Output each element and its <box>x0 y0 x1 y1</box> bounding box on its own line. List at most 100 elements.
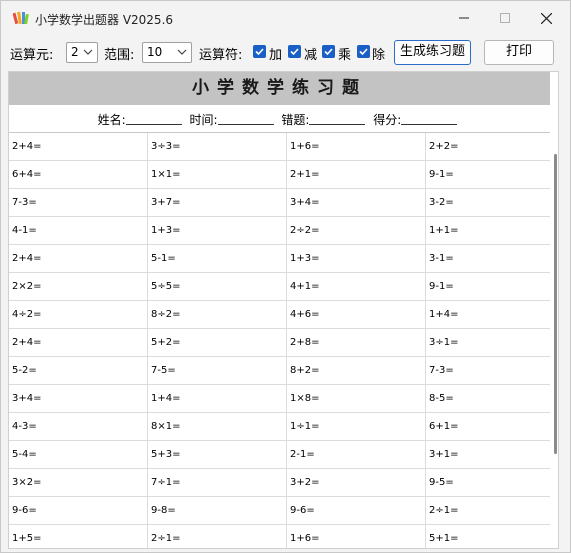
problem-cell: 3+1= <box>429 449 459 460</box>
problem-cell: 1+6= <box>287 133 426 160</box>
problem-cell: 1+4= <box>429 309 459 320</box>
problem-cell: 3+2= <box>287 469 426 496</box>
problem-cell: 1+6= <box>287 525 426 548</box>
worksheet-panel: 小学数学练习题 姓名: 时间: 错题: 得分: 2+4= 3÷3= 1+6= 2+2=… <box>8 71 559 549</box>
minimize-button[interactable] <box>441 1 487 35</box>
chevron-down-icon <box>83 49 93 55</box>
problem-cell: 4+1= <box>287 273 426 300</box>
problem-cell: 5-2= <box>9 357 148 384</box>
time-blank <box>217 113 274 125</box>
errors-blank <box>309 113 366 125</box>
time-label: 时间: <box>189 113 218 127</box>
problem-cell: 1×1= <box>148 161 287 188</box>
multiply-checkbox[interactable] <box>322 45 335 58</box>
problem-cell: 1+3= <box>287 245 426 272</box>
generate-button[interactable]: 生成练习题 <box>394 40 471 65</box>
problem-cell: 5-4= <box>9 441 148 468</box>
checkmark-icon <box>359 48 368 56</box>
checkmark-icon <box>255 48 264 56</box>
operands-select[interactable]: 2 <box>66 42 98 63</box>
problem-cell: 3+4= <box>9 385 148 412</box>
problem-cell: 3+7= <box>148 189 287 216</box>
divide-checkbox[interactable] <box>357 45 370 58</box>
problem-cell: 2÷1= <box>429 505 459 516</box>
problem-row: 1+5= 2÷1= 1+6= 5+1= <box>9 525 550 548</box>
problem-cell: 3÷3= <box>148 133 287 160</box>
close-icon <box>540 12 552 24</box>
range-value: 10 <box>147 45 163 59</box>
chevron-down-icon <box>177 49 187 55</box>
problem-cell: 9-8= <box>148 497 287 524</box>
problem-cell: 2+1= <box>287 161 426 188</box>
problem-cell: 2÷1= <box>148 525 287 548</box>
problem-cell: 6+4= <box>9 161 148 188</box>
subtract-checkbox[interactable] <box>288 45 301 58</box>
problem-row: 3×2= 7÷1= 3+2= 9-5= <box>9 469 550 497</box>
checkmark-icon <box>324 48 333 56</box>
vertical-scrollbar[interactable] <box>552 132 558 548</box>
problem-cell: 4-1= <box>9 217 148 244</box>
maximize-icon <box>500 13 510 23</box>
multiply-label: 乘 <box>338 48 352 63</box>
problem-cell: 5-1= <box>148 245 287 272</box>
problem-cell: 2÷2= <box>287 217 426 244</box>
problem-cell: 4-3= <box>9 413 148 440</box>
problem-row: 3+4= 1+4= 1×8= 8-5= <box>9 385 550 413</box>
operands-label: 运算元: <box>10 48 54 63</box>
problem-cell: 9-6= <box>287 497 426 524</box>
minimize-icon <box>459 17 469 19</box>
errors-label: 错题: <box>281 113 310 127</box>
problem-cell: 9-1= <box>429 281 454 292</box>
problem-cell: 1×8= <box>287 385 426 412</box>
problem-cell: 1+3= <box>148 217 287 244</box>
problem-cell: 3÷1= <box>429 337 459 348</box>
range-label: 范围: <box>104 48 135 63</box>
problem-cell: 4+6= <box>287 301 426 328</box>
problem-cell: 8÷2= <box>148 301 287 328</box>
print-button[interactable]: 打印 <box>484 40 554 65</box>
worksheet-title: 小学数学练习题 <box>9 72 550 105</box>
problem-cell: 8+2= <box>287 357 426 384</box>
problem-row: 2×2= 5÷5= 4+1= 9-1= <box>9 273 550 301</box>
problem-cell: 2×2= <box>9 273 148 300</box>
problem-cell: 9-5= <box>429 477 454 488</box>
operators-label: 运算符: <box>199 48 243 63</box>
problem-cell: 2+4= <box>9 133 148 160</box>
problem-cell: 2+8= <box>287 329 426 356</box>
name-blank <box>125 113 182 125</box>
problem-cell: 9-6= <box>9 497 148 524</box>
problem-cell: 3×2= <box>9 469 148 496</box>
problem-cell: 9-1= <box>429 169 454 180</box>
add-checkbox[interactable] <box>253 45 266 58</box>
problem-cell: 2+4= <box>9 245 148 272</box>
score-blank <box>401 113 458 125</box>
scroll-thumb[interactable] <box>554 154 557 454</box>
range-select[interactable]: 10 <box>142 42 192 63</box>
problem-row: 9-6= 9-8= 9-6= 2÷1= <box>9 497 550 525</box>
problem-row: 2+4= 5+2= 2+8= 3÷1= <box>9 329 550 357</box>
subtract-label: 减 <box>304 48 318 63</box>
problem-row: 7-3= 3+7= 3+4= 3-2= <box>9 189 550 217</box>
problem-cell: 2+4= <box>9 329 148 356</box>
problem-grid: 2+4= 3÷3= 1+6= 2+2= 6+4= 1×1= 2+1= 9-1= 7-3= 3+7=… <box>9 132 550 548</box>
problem-cell: 7-5= <box>148 357 287 384</box>
problem-cell: 2-1= <box>287 441 426 468</box>
problem-cell: 5÷5= <box>148 273 287 300</box>
close-button[interactable] <box>523 1 569 35</box>
app-logo-icon <box>13 11 29 25</box>
student-info-row: 姓名: 时间: 错题: 得分: <box>9 108 550 132</box>
problem-cell: 7-3= <box>9 189 148 216</box>
problem-row: 5-4= 5+3= 2-1= 3+1= <box>9 441 550 469</box>
problem-cell: 2+2= <box>429 141 459 152</box>
problem-cell: 8-5= <box>429 393 454 404</box>
maximize-button[interactable] <box>482 1 528 35</box>
title-bar: 小学数学出题器 V2025.6 <box>1 1 570 35</box>
problem-cell: 1+1= <box>429 225 459 236</box>
problem-cell: 1+5= <box>9 525 148 548</box>
problem-cell: 3-2= <box>429 197 454 208</box>
operands-value: 2 <box>71 45 79 59</box>
problem-cell: 7÷1= <box>148 469 287 496</box>
window-title: 小学数学出题器 V2025.6 <box>35 13 174 27</box>
toolbar: 运算元: 2 范围: 10 运算符: 加 减 乘 除 生成练习题 打印 <box>1 35 570 69</box>
problem-row: 6+4= 1×1= 2+1= 9-1= <box>9 161 550 189</box>
